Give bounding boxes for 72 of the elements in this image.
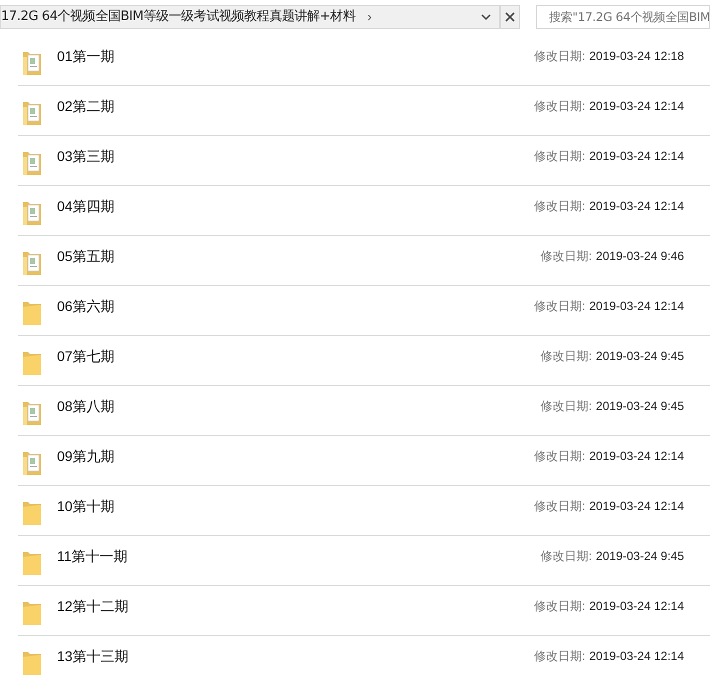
modified-date: 2019-03-24 12:14 (589, 498, 684, 515)
folder-name: 01第一期 (57, 47, 115, 66)
modified-date: 2019-03-24 12:14 (589, 298, 684, 315)
folder-row[interactable]: 06第六期 修改日期: 2019-03-24 12:14 (18, 286, 710, 336)
folder-row[interactable]: 02第二期 修改日期: 2019-03-24 12:14 (18, 86, 710, 136)
folder-icon (22, 650, 42, 676)
path-separator: › (367, 8, 372, 26)
folder-row[interactable]: 08第八期 修改日期: 2019-03-24 9:45 (18, 386, 710, 436)
modified-date: 2019-03-24 12:18 (589, 48, 684, 65)
date-label: 修改日期: (534, 598, 586, 615)
folder-name: 02第二期 (57, 97, 115, 116)
folder-with-documents-icon (22, 200, 42, 226)
folder-with-documents-icon (22, 250, 42, 276)
folder-name: 13第十三期 (57, 647, 129, 666)
modified-date: 2019-03-24 9:45 (596, 548, 684, 565)
folder-row[interactable]: 10第十期 修改日期: 2019-03-24 12:14 (18, 486, 710, 536)
close-icon (505, 12, 515, 22)
folder-row[interactable]: 11第十一期 修改日期: 2019-03-24 9:45 (18, 536, 710, 586)
folder-with-documents-icon (22, 450, 42, 476)
date-label: 修改日期: (534, 648, 586, 665)
modified-date: 2019-03-24 9:45 (596, 398, 684, 415)
date-label: 修改日期: (540, 398, 592, 415)
date-label: 修改日期: (534, 498, 586, 515)
folder-name: 03第三期 (57, 147, 115, 166)
folder-row[interactable]: 12第十二期 修改日期: 2019-03-24 12:14 (18, 586, 710, 636)
date-label: 修改日期: (534, 448, 586, 465)
path-text: 17.2G 64个视频全国BIM等级一级考试视频教程真题讲解+材料 (1, 8, 356, 26)
folder-row[interactable]: 01第一期 修改日期: 2019-03-24 12:18 (18, 36, 710, 86)
modified-date: 2019-03-24 12:14 (589, 148, 684, 165)
folder-name: 07第七期 (57, 347, 115, 366)
folder-name: 12第十二期 (57, 597, 129, 616)
date-label: 修改日期: (534, 298, 586, 315)
folder-with-documents-icon (22, 150, 42, 176)
folder-name: 04第四期 (57, 197, 115, 216)
folder-row[interactable]: 04第四期 修改日期: 2019-03-24 12:14 (18, 186, 710, 236)
address-bar[interactable]: 17.2G 64个视频全国BIM等级一级考试视频教程真题讲解+材料 › (0, 5, 500, 29)
folder-icon (22, 550, 42, 576)
modified-date: 2019-03-24 12:14 (589, 198, 684, 215)
date-label: 修改日期: (534, 148, 586, 165)
folder-with-documents-icon (22, 400, 42, 426)
folder-with-documents-icon (22, 50, 42, 76)
date-label: 修改日期: (540, 548, 592, 565)
modified-date: 2019-03-24 12:14 (589, 648, 684, 665)
folder-row[interactable]: 09第九期 修改日期: 2019-03-24 12:14 (18, 436, 710, 486)
date-label: 修改日期: (540, 348, 592, 365)
folder-row[interactable]: 13第十三期 修改日期: 2019-03-24 12:14 (18, 636, 710, 686)
folder-row[interactable]: 07第七期 修改日期: 2019-03-24 9:45 (18, 336, 710, 386)
folder-icon (22, 600, 42, 626)
folder-name: 05第五期 (57, 247, 115, 266)
folder-name: 10第十期 (57, 497, 115, 516)
close-button[interactable] (500, 5, 520, 29)
folder-name: 09第九期 (57, 447, 115, 466)
chevron-down-icon[interactable] (481, 13, 491, 21)
folder-icon (22, 300, 42, 326)
folder-icon (22, 500, 42, 526)
date-label: 修改日期: (534, 98, 586, 115)
modified-date: 2019-03-24 9:45 (596, 348, 684, 365)
folder-name: 06第六期 (57, 297, 115, 316)
date-label: 修改日期: (540, 248, 592, 265)
folder-row[interactable]: 05第五期 修改日期: 2019-03-24 9:46 (18, 236, 710, 286)
modified-date: 2019-03-24 12:14 (589, 598, 684, 615)
date-label: 修改日期: (534, 48, 586, 65)
folder-icon (22, 350, 42, 376)
modified-date: 2019-03-24 12:14 (589, 98, 684, 115)
modified-date: 2019-03-24 12:14 (589, 448, 684, 465)
folder-name: 08第八期 (57, 397, 115, 416)
modified-date: 2019-03-24 9:46 (596, 248, 684, 265)
folder-name: 11第十一期 (57, 547, 128, 566)
search-field[interactable]: 搜索"17.2G 64个视频全国BIM (536, 5, 710, 29)
folder-with-documents-icon (22, 100, 42, 126)
folder-row[interactable]: 03第三期 修改日期: 2019-03-24 12:14 (18, 136, 710, 186)
date-label: 修改日期: (534, 198, 586, 215)
